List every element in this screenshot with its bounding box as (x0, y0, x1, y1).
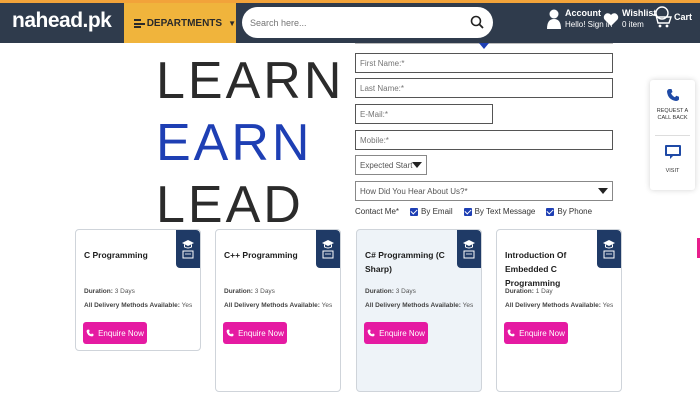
course-card: C# Programming (C Sharp) Duration: 3 Day… (356, 229, 482, 392)
contact-preferences: Contact Me* By Email By Text Message By … (355, 207, 592, 216)
caret-down-icon: ▼ (228, 18, 236, 28)
site-logo[interactable]: nahead.pk (12, 9, 112, 33)
hamburger-icon (134, 18, 145, 28)
request-callback-button[interactable]: REQUEST A CALL BACK (650, 88, 695, 122)
course-duration: Duration: 1 Day (505, 288, 553, 295)
enquire-now-button[interactable]: Enquire Now (504, 322, 568, 344)
visit-button[interactable]: VISIT (650, 144, 695, 174)
cart-label: Cart (674, 12, 693, 22)
form-pointer-icon (479, 43, 489, 49)
course-delivery: All Delivery Methods Available: Yes (505, 302, 614, 309)
phone-checkbox[interactable] (546, 207, 555, 216)
course-title: Introduction Of Embedded C Programming (505, 250, 567, 288)
side-widget-divider (655, 135, 690, 136)
user-icon (547, 9, 561, 29)
phone-icon (86, 329, 94, 337)
wishlist-link[interactable]: Wishlist 0 item (603, 8, 656, 30)
departments-menu-button[interactable]: DEPARTMENTS ▼ (124, 3, 236, 43)
text-message-option-label: By Text Message (474, 207, 536, 216)
graduation-cap-icon (176, 230, 200, 268)
enquire-now-button[interactable]: Enquire Now (364, 322, 428, 344)
graduation-cap-icon (457, 230, 481, 268)
hero-word-lead: LEAD (156, 176, 304, 222)
departments-label: DEPARTMENTS (146, 17, 223, 29)
phone-option-label: By Phone (557, 207, 593, 216)
graduation-cap-icon (316, 230, 340, 268)
course-title: C Programming (84, 250, 148, 260)
hero-tagline: LEARN EARN LEAD (156, 50, 344, 222)
chevron-down-icon (412, 162, 422, 168)
email-field[interactable] (355, 104, 493, 124)
course-card: Introduction Of Embedded C Programming D… (496, 229, 622, 392)
search-bar (242, 7, 493, 38)
text-message-checkbox[interactable] (463, 207, 472, 216)
top-navbar: nahead.pk DEPARTMENTS ▼ Account Hello! S… (0, 0, 700, 43)
email-checkbox[interactable] (410, 207, 419, 216)
cart-link[interactable]: Cart (652, 6, 692, 28)
email-option-label: By Email (421, 207, 453, 216)
course-card: C Programming Duration: 3 Days All Deliv… (75, 229, 201, 351)
mobile-field[interactable] (355, 130, 613, 150)
search-icon[interactable] (469, 14, 485, 30)
side-contact-widget: REQUEST A CALL BACK VISIT (650, 80, 695, 190)
course-delivery: All Delivery Methods Available: Yes (84, 302, 193, 309)
course-duration: Duration: 3 Days (84, 288, 135, 295)
course-title: C++ Programming (224, 250, 298, 260)
search-input[interactable] (242, 17, 462, 28)
cart-icon (653, 6, 672, 28)
expected-start-value: Expected Start Y (360, 160, 416, 170)
contact-label: Contact Me* (355, 207, 400, 216)
chevron-down-icon (598, 188, 608, 194)
first-name-field[interactable] (355, 53, 613, 73)
visit-chat-icon (664, 145, 681, 159)
phone-icon (226, 329, 234, 337)
course-delivery: All Delivery Methods Available: Yes (224, 302, 333, 309)
enquire-now-button[interactable]: Enquire Now (83, 322, 147, 344)
request-callback-label: REQUEST A CALL BACK (656, 108, 689, 121)
last-name-field[interactable] (355, 78, 613, 98)
heard-about-us-value: How Did You Hear About Us?* (360, 186, 468, 196)
course-card: C++ Programming Duration: 3 Days All Del… (215, 229, 341, 392)
phone-icon (507, 329, 515, 337)
page-root: nahead.pk DEPARTMENTS ▼ Account Hello! S… (0, 0, 700, 400)
course-delivery: All Delivery Methods Available: Yes (365, 302, 474, 309)
heart-icon (603, 12, 619, 26)
course-duration: Duration: 3 Days (365, 288, 416, 295)
heard-about-us-select[interactable]: How Did You Hear About Us?* (355, 181, 613, 201)
top-accent-stripe (0, 0, 700, 3)
graduation-cap-icon (597, 230, 621, 268)
phone-icon (666, 89, 679, 101)
visit-label: VISIT (665, 168, 680, 174)
enquire-now-button[interactable]: Enquire Now (223, 322, 287, 344)
phone-icon (367, 329, 375, 337)
hero-word-earn: EARN (156, 114, 313, 172)
course-duration: Duration: 3 Days (224, 288, 275, 295)
course-title: C# Programming (C Sharp) (365, 250, 445, 274)
expected-start-select[interactable]: Expected Start Y (355, 155, 427, 175)
hero-word-learn: LEARN (156, 52, 345, 110)
